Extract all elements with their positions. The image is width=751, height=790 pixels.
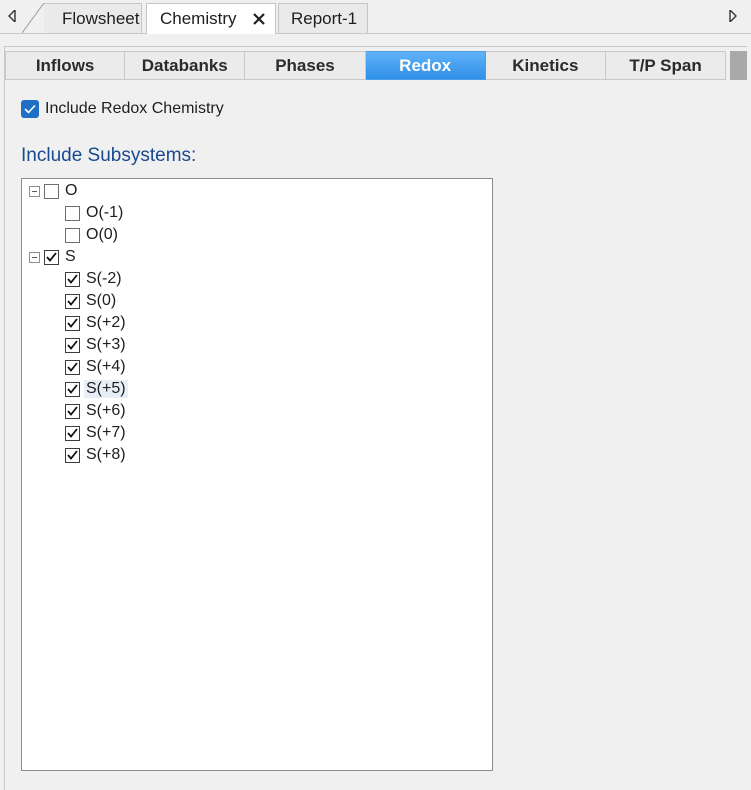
include-subsystems-heading: Include Subsystems:: [21, 145, 197, 166]
tab-inflows[interactable]: Inflows: [5, 51, 126, 80]
tab-flowsheet[interactable]: Flowsheet: [44, 3, 142, 33]
tab-kinetics[interactable]: Kinetics: [485, 51, 606, 80]
tree-leaf-item[interactable]: S(+3): [65, 334, 128, 356]
tab-report-1[interactable]: Report-1: [278, 3, 368, 33]
checkbox-checked-icon[interactable]: [65, 337, 80, 353]
tab-phases[interactable]: Phases: [245, 51, 366, 80]
tree-leaf-item[interactable]: O(-1): [65, 202, 125, 224]
checkbox-checked-icon[interactable]: [65, 359, 80, 375]
tree-leaf-item[interactable]: S(+7): [65, 422, 128, 444]
tree-leaf-item[interactable]: S(-2): [65, 268, 124, 290]
checkbox-unchecked-icon[interactable]: [65, 205, 80, 221]
tree-node-o[interactable]: O: [29, 180, 79, 202]
tab-report-1-label: Report-1: [291, 8, 358, 28]
tab-chemistry-label: Chemistry: [160, 9, 237, 28]
tab-flowsheet-label: Flowsheet: [62, 8, 140, 28]
tree-leaf-label: O(0): [86, 226, 118, 243]
close-icon[interactable]: [252, 12, 266, 26]
tree-leaf-label: S(+2): [86, 314, 126, 331]
tree-leaf-label: S(+5): [84, 380, 128, 398]
tab-chemistry[interactable]: Chemistry: [146, 3, 276, 34]
checkbox-checked-icon[interactable]: [65, 447, 80, 463]
checkbox-checked-icon[interactable]: [21, 100, 39, 118]
checkbox-checked-icon[interactable]: [44, 249, 59, 265]
checkbox-checked-icon[interactable]: [65, 425, 80, 441]
collapse-icon[interactable]: [29, 251, 40, 263]
checkbox-checked-icon[interactable]: [65, 403, 80, 419]
document-tab-strip: Flowsheet Chemistry Report-1: [0, 0, 751, 34]
checkbox-checked-icon[interactable]: [65, 293, 80, 309]
checkbox-unchecked-icon[interactable]: [65, 227, 80, 243]
scroll-left-arrow-icon[interactable]: [6, 9, 18, 23]
tree-leaf-label: S(+8): [86, 446, 126, 463]
tab-tp-span[interactable]: T/P Span: [605, 51, 727, 80]
include-redox-label: Include Redox Chemistry: [45, 100, 224, 117]
tree-leaf-item[interactable]: O(0): [65, 224, 120, 246]
tree-leaf-label: S(+6): [86, 402, 126, 419]
tree-leaf-item[interactable]: S(0): [65, 290, 118, 312]
sub-tab-bar: Inflows Databanks Phases Redox Kinetics …: [5, 51, 748, 80]
checkbox-checked-icon[interactable]: [65, 315, 80, 331]
chemistry-panel: Inflows Databanks Phases Redox Kinetics …: [4, 46, 748, 790]
tree-leaf-item[interactable]: S(+8): [65, 444, 128, 466]
checkbox-unchecked-icon[interactable]: [44, 183, 59, 199]
tab-redox[interactable]: Redox: [365, 51, 486, 80]
tree-leaf-label: O(-1): [86, 204, 124, 221]
scroll-right-arrow-icon[interactable]: [727, 9, 739, 23]
tree-leaf-label: S(-2): [86, 270, 122, 287]
checkbox-checked-icon[interactable]: [65, 381, 80, 397]
tree-node-label: S: [65, 248, 76, 265]
checkbox-checked-icon[interactable]: [65, 271, 80, 287]
tree-leaf-item[interactable]: S(+6): [65, 400, 128, 422]
tree-leaf-item[interactable]: S(+2): [65, 312, 128, 334]
tree-leaf-label: S(+4): [86, 358, 126, 375]
tree-leaf-item[interactable]: S(+5): [65, 378, 128, 400]
tree-leaf-label: S(0): [86, 292, 117, 309]
tree-leaf-label: S(+3): [86, 336, 126, 353]
include-redox-checkbox[interactable]: Include Redox Chemistry: [21, 100, 224, 118]
tree-leaf-label: S(+7): [86, 424, 126, 441]
subsystems-tree[interactable]: O O(-1) O(0) S S(-2) S(0) S(+2) S(+3) S(+4) S(+5)…: [21, 178, 493, 771]
tree-node-label: O: [65, 182, 78, 199]
tab-databanks[interactable]: Databanks: [125, 51, 246, 80]
tree-leaf-item[interactable]: S(+4): [65, 356, 128, 378]
collapse-icon[interactable]: [29, 185, 40, 197]
tab-bar-scroll-handle[interactable]: [730, 51, 748, 80]
tree-node-s[interactable]: S: [29, 246, 78, 268]
